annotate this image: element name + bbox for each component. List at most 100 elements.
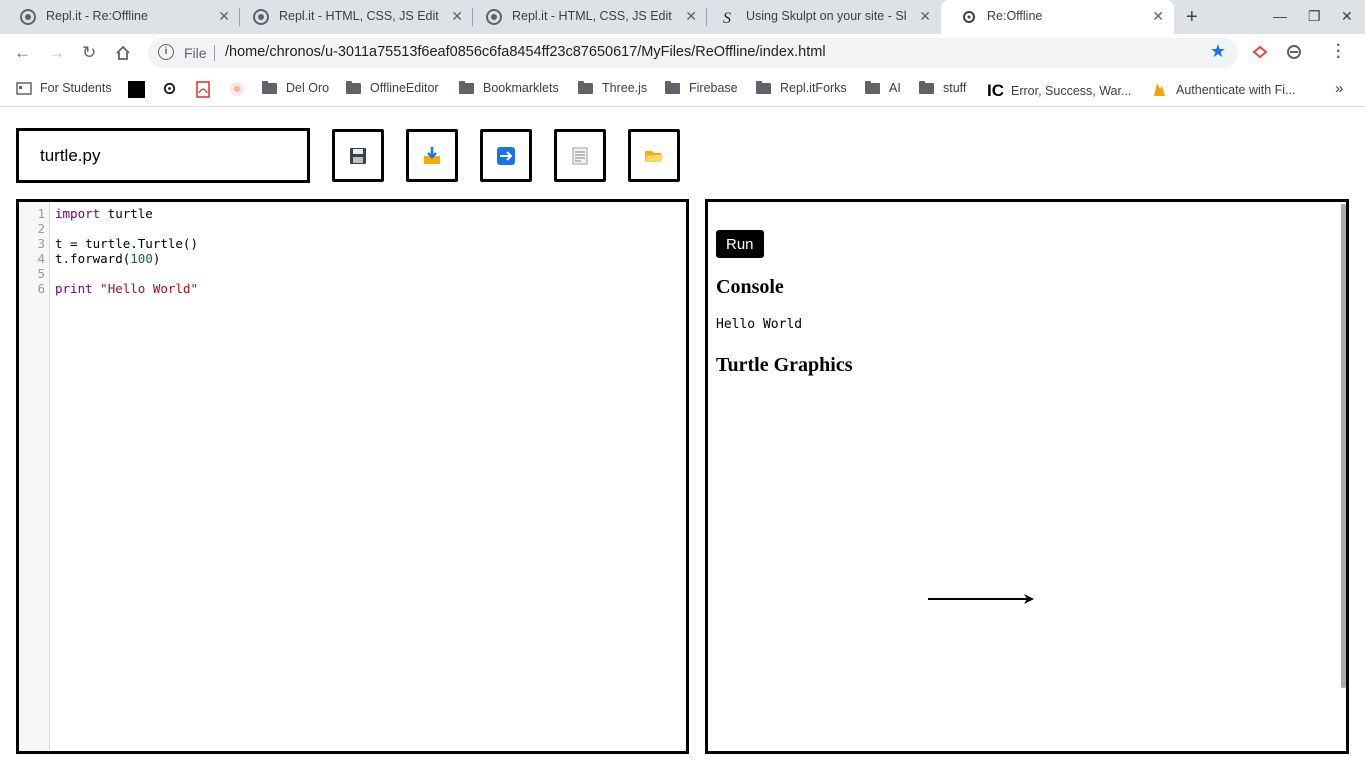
menu-icon[interactable]: · · · — [1336, 38, 1341, 66]
bookmark-label: Repl.itForks — [780, 81, 847, 95]
bookmark-authenticate[interactable]: Authenticate with Fi... — [1152, 81, 1296, 98]
download-button[interactable] — [406, 129, 458, 182]
run-button[interactable]: Run — [716, 230, 764, 258]
code-text: ) — [152, 251, 161, 266]
bookmark-label: Del Oro — [286, 81, 330, 95]
tab-strip: Repl.it - Re:Offline ✕ Repl.it - HTML, C… — [0, 0, 1365, 34]
tab-4[interactable]: S Using Skulpt on your site - Sk ✕ — [700, 0, 941, 34]
close-icon[interactable]: ✕ — [685, 8, 697, 25]
replit-icon — [20, 9, 36, 25]
back-icon[interactable]: ← — [14, 43, 31, 63]
bookmark-threejs[interactable]: Three.js — [578, 80, 648, 95]
bookmark-stuff[interactable]: stuff — [919, 80, 967, 95]
new-tab-button[interactable]: + — [1186, 6, 1198, 29]
gear-icon — [963, 11, 975, 23]
output-panel: Run Console Hello World Turtle Graphics — [705, 199, 1349, 754]
line-number: 6 — [37, 281, 45, 296]
save-button[interactable] — [332, 129, 384, 182]
bookmark-image[interactable] — [229, 81, 245, 97]
filename-input[interactable]: turtle.py — [16, 128, 310, 183]
home-icon[interactable] — [115, 45, 131, 61]
folder-icon — [459, 80, 474, 94]
bookmark-label: stuff — [943, 81, 967, 95]
ic-icon: IC — [987, 81, 1004, 100]
line-number-gutter: 1 2 3 4 5 6 — [19, 202, 50, 751]
turtle-canvas — [928, 594, 1034, 604]
address-bar[interactable]: i File /home/chronos/u-3011a75513f6eaf08… — [148, 38, 1238, 68]
tab-5-active[interactable]: Re:Offline ✕ — [941, 0, 1174, 34]
bookmark-label: Bookmarklets — [483, 81, 559, 95]
bookmark-for-students[interactable]: For Students — [16, 81, 112, 95]
window-close-icon[interactable]: ✕ — [1341, 8, 1353, 25]
bookmark-label: Three.js — [602, 81, 648, 95]
folder-icon — [578, 80, 593, 94]
folder-icon — [919, 80, 934, 94]
code-editor[interactable]: 1 2 3 4 5 6 import turtle t = turtle.Tur… — [16, 199, 689, 754]
tab-title: Re:Offline — [987, 9, 1043, 23]
info-icon[interactable]: i — [158, 44, 174, 60]
firebase-icon — [1154, 83, 1165, 96]
close-icon[interactable]: ✕ — [1152, 8, 1164, 25]
document-button[interactable] — [554, 129, 606, 182]
tab-title: Repl.it - HTML, CSS, JS Editor — [512, 9, 672, 23]
replit-icon — [486, 9, 502, 25]
next-button[interactable] — [480, 129, 532, 182]
keyword: import — [55, 206, 101, 221]
extension-icon[interactable] — [1286, 44, 1302, 60]
folder-open-icon — [645, 150, 663, 162]
more-bookmarks-icon[interactable]: » — [1335, 80, 1343, 97]
bookmark-label: Firebase — [689, 81, 738, 95]
bookmark-del-oro[interactable]: Del Oro — [262, 80, 330, 95]
skulpt-icon: S — [723, 10, 731, 25]
bookmark-pdf[interactable] — [195, 81, 211, 98]
line-number: 2 — [37, 221, 45, 236]
folder-icon — [756, 80, 771, 94]
bookmark-ai[interactable]: AI — [865, 80, 901, 95]
bookmark-gear[interactable] — [162, 81, 177, 96]
bookmark-replitforks[interactable]: Repl.itForks — [756, 80, 847, 95]
tab-title: Repl.it - Re:Offline — [46, 9, 148, 23]
number-literal: 100 — [130, 251, 153, 266]
bookmark-bookmarklets[interactable]: Bookmarklets — [459, 80, 559, 95]
close-icon[interactable]: ✕ — [218, 8, 230, 25]
divider — [214, 45, 215, 61]
replit-icon — [253, 9, 269, 25]
restore-icon[interactable]: ❐ — [1308, 8, 1321, 25]
bookmark-label: Error, Success, War... — [1011, 84, 1132, 98]
bookmark-black-square[interactable] — [128, 81, 145, 98]
bookmark-label: AI — [889, 81, 901, 95]
close-icon[interactable]: ✕ — [451, 8, 463, 25]
tab-2[interactable]: Repl.it - HTML, CSS, JS Editor ✕ — [233, 0, 473, 34]
save-icon — [350, 147, 366, 164]
bookmark-star-icon[interactable]: ★ — [1210, 41, 1226, 62]
reload-icon[interactable]: ↻ — [82, 43, 96, 63]
code-line: t = turtle.Turtle() — [55, 236, 198, 251]
bookmark-label: OfflineEditor — [370, 81, 439, 95]
tab-title: Using Skulpt on your site - Sk — [746, 9, 906, 23]
line-number: 1 — [37, 206, 45, 221]
code-text: turtle — [100, 206, 153, 221]
string-literal: "Hello World" — [100, 281, 199, 296]
extension-icon[interactable] — [1252, 44, 1268, 60]
scheme-label: File — [184, 45, 207, 61]
bookmark-firebase[interactable]: Firebase — [665, 80, 738, 95]
minimize-icon[interactable]: — — [1273, 8, 1287, 24]
keyword: print — [55, 281, 93, 296]
close-icon[interactable]: ✕ — [919, 8, 931, 25]
code-line: t.forward(100) — [55, 251, 160, 266]
url-text[interactable]: /home/chronos/u-3011a75513f6eaf0856c6fa8… — [225, 44, 826, 60]
bookmark-error-success[interactable]: IC Error, Success, War... — [987, 81, 1131, 101]
page-content: turtle.py 1 2 3 4 5 6 import turtle t = … — [0, 108, 1365, 768]
download-icon — [424, 146, 440, 164]
scrollbar[interactable] — [1341, 204, 1346, 688]
tab-1[interactable]: Repl.it - Re:Offline ✕ — [0, 0, 240, 34]
forward-icon[interactable]: → — [48, 43, 65, 63]
open-folder-button[interactable] — [628, 129, 680, 182]
tab-3[interactable]: Repl.it - HTML, CSS, JS Editor ✕ — [466, 0, 707, 34]
tab-title: Repl.it - HTML, CSS, JS Editor — [279, 9, 439, 23]
folder-icon — [665, 80, 680, 94]
line-number: 3 — [37, 236, 45, 251]
browser-toolbar: ← → ↻ i File /home/chronos/u-3011a75513f… — [0, 34, 1365, 72]
bookmark-offlineeditor[interactable]: OfflineEditor — [346, 80, 439, 95]
document-icon — [572, 147, 588, 164]
